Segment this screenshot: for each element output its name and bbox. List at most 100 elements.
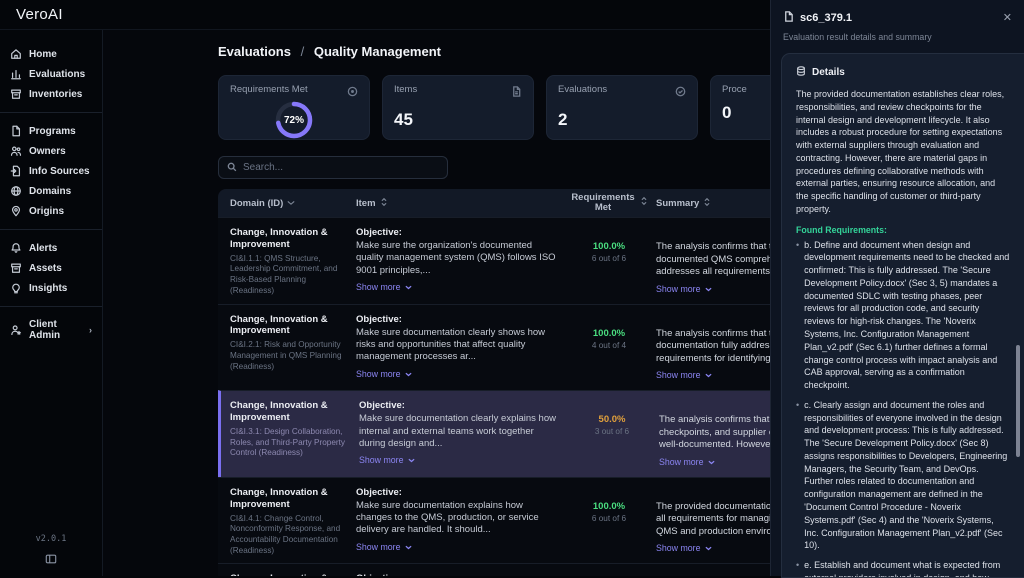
found-requirement-item: •c. Clearly assign and document the role… (796, 399, 1010, 552)
target-icon (347, 84, 358, 102)
show-more-link[interactable]: Show more (656, 543, 712, 553)
sidebar-nav: Home Evaluations Inventories Programs Owners… (0, 30, 102, 349)
sidebar-item-assets[interactable]: Assets (0, 258, 102, 278)
sidebar-item-programs[interactable]: Programs (0, 121, 102, 141)
show-more-link[interactable]: Show more (359, 455, 415, 465)
bullet-dot: • (796, 239, 799, 392)
stat-value: 45 (394, 110, 522, 130)
sidebar-item-info-sources[interactable]: Info Sources (0, 161, 102, 181)
stat-label: Requirements Met (230, 84, 308, 95)
sidebar-item-label: Domains (29, 186, 71, 197)
show-more-label: Show more (656, 284, 701, 294)
column-label: Item (356, 198, 376, 209)
sidebar-item-owners[interactable]: Owners (0, 141, 102, 161)
sidebar-item-label: Evaluations (29, 69, 85, 80)
chevron-down-icon (405, 369, 412, 379)
sidebar-collapse-button[interactable] (45, 552, 57, 570)
show-more-link[interactable]: Show more (656, 370, 712, 380)
sidebar-item-label: Programs (29, 126, 76, 137)
show-more-link[interactable]: Show more (356, 282, 412, 292)
sort-icon (703, 197, 711, 210)
version-label: v2.0.1 (0, 534, 102, 544)
client-admin-icon (10, 324, 22, 336)
check-circle-icon (675, 84, 686, 102)
origins-icon (10, 205, 22, 217)
sidebar-item-insights[interactable]: Insights (0, 278, 102, 298)
show-more-link[interactable]: Show more (656, 284, 712, 294)
domain-id: CI&I.1.1: QMS Structure, Leadership Comm… (230, 254, 356, 297)
show-more-link[interactable]: Show more (659, 457, 715, 467)
sidebar-item-alerts[interactable]: Alerts (0, 238, 102, 258)
objective-text: Make sure documentation explains how cha… (356, 500, 570, 537)
sidebar-item-label: Assets (29, 263, 62, 274)
file-icon (511, 84, 522, 102)
sidebar-item-inventories[interactable]: Inventories (0, 84, 102, 104)
owners-icon (10, 145, 22, 157)
objective-text: Make sure documentation clearly shows ho… (356, 327, 570, 364)
stat-label: Items (394, 84, 417, 95)
requirements-percent: 100.0% (593, 328, 625, 339)
found-requirement-item: •b. Define and document when design and … (796, 239, 1010, 392)
objective-label: Objective: (359, 400, 573, 411)
breadcrumb-parent[interactable]: Evaluations (218, 44, 291, 59)
stat-value: 2 (558, 110, 686, 130)
sidebar-item-origins[interactable]: Origins (0, 201, 102, 221)
sort-icon (640, 196, 648, 209)
domain-name: Change, Innovation & Improvement (230, 314, 356, 338)
domain-name: Change, Innovation & Improvement (230, 227, 356, 251)
details-panel: sc6_379.1 ✕ Evaluation result details an… (770, 0, 1024, 576)
column-header-requirements-met[interactable]: Requirements Met (570, 193, 648, 214)
sidebar-item-client-admin[interactable]: Client Admin› (0, 315, 102, 345)
search-box[interactable] (218, 156, 448, 179)
app-logo[interactable]: VeroAI (16, 6, 63, 23)
chevron-down-icon (705, 370, 712, 380)
sort-icon (380, 197, 388, 210)
requirements-percent: 50.0% (599, 414, 626, 425)
chevron-down-icon (408, 455, 415, 465)
chevron-down-icon (708, 457, 715, 467)
panel-scrollbar[interactable] (1016, 345, 1020, 457)
found-requirements-label: Found Requirements: (796, 225, 1010, 235)
show-more-link[interactable]: Show more (356, 542, 412, 552)
close-icon[interactable]: ✕ (1003, 13, 1012, 24)
search-input[interactable] (243, 162, 439, 173)
chevron-right-icon: › (89, 325, 92, 335)
column-header-domain-id-[interactable]: Domain (ID) (218, 198, 356, 209)
chevron-down-icon (405, 542, 412, 552)
show-more-label: Show more (359, 455, 404, 465)
show-more-label: Show more (356, 542, 401, 552)
bullet-dot: • (796, 399, 799, 552)
details-overview: The provided documentation establishes c… (796, 88, 1010, 216)
panel-header: sc6_379.1 ✕ Evaluation result details an… (771, 0, 1024, 42)
evaluations-icon (10, 68, 22, 80)
domains-icon (10, 185, 22, 197)
sidebar-item-label: Insights (29, 283, 67, 294)
requirements-donut: 72% (274, 100, 314, 140)
domain-id: CI&I.3.1: Design Collaboration, Roles, a… (230, 427, 359, 459)
database-icon (796, 66, 806, 79)
alerts-icon (10, 242, 22, 254)
domain-id: CI&I.2.1: Risk and Opportunity Managemen… (230, 340, 356, 372)
objective-label: Objective: (356, 487, 570, 498)
sidebar-item-domains[interactable]: Domains (0, 181, 102, 201)
column-header-item[interactable]: Item (356, 197, 570, 210)
donut-percent: 72% (274, 100, 314, 140)
sidebar-item-home[interactable]: Home (0, 44, 102, 64)
stat-label: Proce (722, 84, 747, 95)
objective-text: Make sure the organization's documented … (356, 240, 570, 277)
show-more-label: Show more (659, 457, 704, 467)
sidebar-item-label: Owners (29, 146, 66, 157)
column-label: Requirements Met (570, 193, 636, 214)
show-more-link[interactable]: Show more (356, 369, 412, 379)
sidebar-item-evaluations[interactable]: Evaluations (0, 64, 102, 84)
info-sources-icon (10, 165, 22, 177)
panel-title: sc6_379.1 (800, 12, 852, 24)
sidebar-item-label: Info Sources (29, 166, 90, 177)
show-more-label: Show more (356, 282, 401, 292)
requirements-ratio: 3 out of 6 (595, 427, 629, 436)
breadcrumb-separator: / (301, 44, 305, 59)
column-label: Domain (ID) (230, 198, 283, 209)
found-requirement-item: •e. Establish and document what is expec… (796, 559, 1010, 578)
objective-label: Objective: (356, 314, 570, 325)
document-icon (783, 9, 794, 27)
